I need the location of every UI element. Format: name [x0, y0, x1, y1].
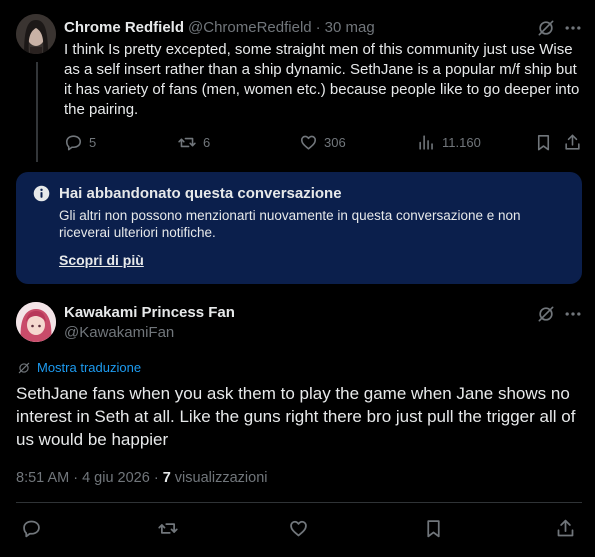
reply-button[interactable] — [21, 518, 42, 539]
timestamp[interactable]: 8:51 AM · 4 giu 2026 · — [16, 470, 163, 486]
author-handle[interactable]: @ChromeRedfield — [188, 19, 312, 36]
views-count: 11.160 — [442, 135, 481, 150]
avatar[interactable] — [16, 14, 56, 54]
show-translation-link[interactable]: Mostra traduzione — [17, 360, 141, 375]
tweet-meta: 8:51 AM · 4 giu 2026 · 7 visualizzazioni — [16, 470, 268, 486]
views-button[interactable]: 11.160 — [417, 133, 481, 152]
translate-icon — [17, 361, 31, 375]
author-handle[interactable]: @KawakamiFan — [64, 324, 174, 341]
repost-button[interactable]: 6 — [177, 133, 210, 152]
show-translation-label: Mostra traduzione — [37, 360, 142, 375]
views-count: 7 — [162, 470, 171, 486]
like-button[interactable]: 306 — [299, 133, 346, 152]
bookmark-icon — [534, 133, 553, 152]
more-icon[interactable] — [563, 18, 583, 38]
thread-line — [36, 62, 38, 162]
reply-icon — [21, 518, 42, 539]
views-label: visualizzazioni — [170, 470, 268, 486]
author-name[interactable]: Chrome Redfield — [64, 19, 184, 36]
bookmark-icon — [423, 518, 444, 539]
share-button[interactable] — [563, 133, 582, 152]
repost-icon — [177, 133, 197, 152]
share-icon — [563, 133, 582, 152]
like-count: 306 — [324, 135, 346, 150]
like-button[interactable] — [288, 518, 309, 539]
reply-icon — [64, 133, 83, 152]
left-conversation-notice: Hai abbandonato questa conversazione Gli… — [16, 172, 582, 284]
repost-icon — [157, 518, 179, 539]
reply-text: I think Is pretty excepted, some straigh… — [64, 41, 580, 118]
grok-icon[interactable] — [536, 18, 556, 38]
learn-more-link[interactable]: Scopri di più — [59, 252, 144, 268]
tweet-date[interactable]: 30 mag — [325, 19, 375, 36]
author-name[interactable]: Kawakami Princess Fan — [64, 304, 235, 321]
notice-title: Hai abbandonato questa conversazione — [59, 185, 342, 202]
repost-button[interactable] — [157, 518, 179, 539]
more-icon[interactable] — [563, 304, 583, 324]
reply-button[interactable]: 5 — [64, 133, 96, 152]
notice-text: Gli altri non possono menzionarti nuovam… — [59, 208, 521, 240]
like-icon — [299, 133, 318, 152]
avatar[interactable] — [16, 302, 56, 342]
repost-count: 6 — [203, 135, 211, 150]
divider — [16, 502, 582, 503]
separator-dot: · — [315, 18, 321, 36]
share-icon — [555, 518, 576, 539]
share-button[interactable] — [555, 518, 576, 539]
info-icon — [33, 185, 50, 202]
bookmark-button[interactable] — [423, 518, 444, 539]
grok-icon[interactable] — [536, 304, 556, 324]
reply-count: 5 — [89, 135, 97, 150]
tweet-text: SethJane fans when you ask them to play … — [16, 384, 576, 449]
like-icon — [288, 518, 309, 539]
bookmark-button[interactable] — [534, 133, 553, 152]
views-icon — [417, 133, 436, 152]
